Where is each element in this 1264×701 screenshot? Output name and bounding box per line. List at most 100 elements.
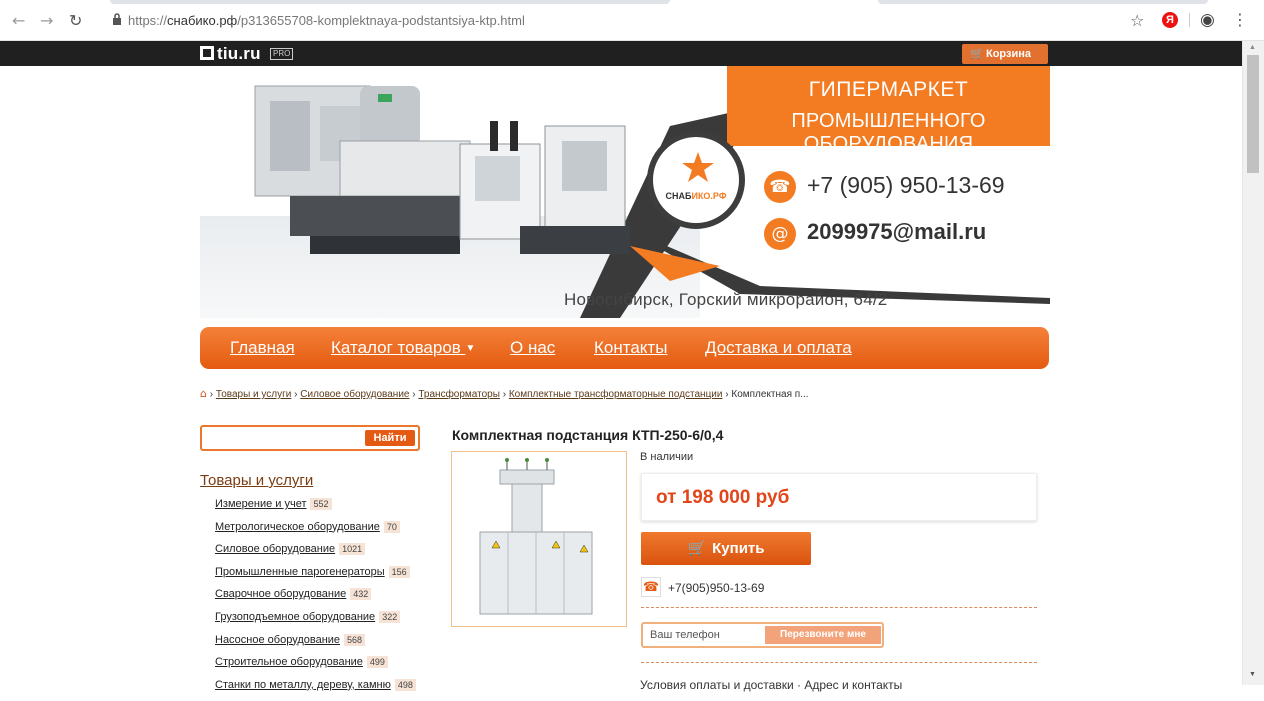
caret-down-icon: ▼ [465, 343, 476, 354]
sidebar-title[interactable]: Товары и услуги [200, 472, 313, 489]
breadcrumb: ⌂ › Товары и услуги › Силовое оборудован… [200, 387, 809, 400]
list-item: Грузоподъемное оборудование 322 [215, 610, 416, 634]
scroll-down-icon[interactable]: ▼ [1249, 671, 1256, 678]
banner-phone: +7 (905) 950-13-69 [807, 172, 1005, 198]
phone-icon: ☎ [641, 577, 661, 597]
breadcrumb-item[interactable]: Товары и услуги [216, 389, 292, 400]
platform-topbar: tiu.ru PRO 🛒 Корзина [0, 41, 1242, 66]
lock-icon [113, 13, 121, 25]
scrollbar-thumb[interactable] [1247, 55, 1259, 173]
category-link[interactable]: Сварочное оборудование [215, 588, 346, 600]
tiu-logo[interactable]: tiu.ru [200, 44, 261, 64]
nav-catalog-label: Каталог товаров [331, 338, 461, 357]
delivery-info-link[interactable]: Условия оплаты и доставки · Адрес и конт… [640, 678, 902, 692]
breadcrumb-item[interactable]: Силовое оборудование [300, 389, 409, 400]
cart-label: Корзина [986, 48, 1031, 60]
main-nav: Главная Каталог товаров ▼ О нас Контакты… [200, 327, 1049, 369]
page-scrollbar[interactable]: ▲ ▼ [1242, 41, 1264, 685]
browser-toolbar: ← → ↻ https://снабико.рф/p313655708-komp… [0, 0, 1264, 41]
category-link[interactable]: Метрологическое оборудование [215, 521, 380, 533]
category-link[interactable]: Измерение и учет [215, 498, 306, 510]
category-link[interactable]: Грузоподъемное оборудование [215, 611, 375, 623]
nav-catalog[interactable]: Каталог товаров ▼ [331, 338, 475, 358]
breadcrumb-item[interactable]: Трансформаторы [418, 389, 500, 400]
list-item: Станки по металлу, дереву, камню 498 [215, 678, 416, 701]
seller-phone[interactable]: +7(905)950-13-69 [668, 581, 764, 595]
divider [641, 662, 1037, 663]
nav-about[interactable]: О нас [510, 338, 555, 358]
count-badge: 156 [388, 565, 410, 578]
address-bar[interactable]: https://снабико.рф/p313655708-komplektna… [128, 13, 525, 28]
list-item: Промышленные парогенераторы 156 [215, 565, 416, 589]
banner-email: 2099975@mail.ru [807, 219, 987, 244]
brand-text-dark: СНАБ [665, 191, 692, 201]
bookmark-star-icon[interactable]: ☆ [1130, 11, 1144, 30]
callback-phone-input[interactable] [650, 627, 760, 643]
search-box: Найти [200, 425, 420, 451]
category-link[interactable]: Силовое оборудование [215, 543, 335, 555]
browser-tab[interactable] [110, 0, 670, 4]
product-price: от 198 000 руб [656, 487, 790, 508]
home-icon[interactable]: ⌂ [200, 387, 207, 400]
snabiko-logo[interactable]: СНАБИКО.РФ [647, 131, 745, 229]
scroll-up-icon[interactable]: ▲ [1249, 44, 1256, 51]
list-item: Метрологическое оборудование 70 [215, 520, 416, 544]
browser-tab[interactable] [878, 0, 1208, 4]
header-banner: ГИПЕРМАРКЕТ ПРОМЫШЛЕННОГО ОБОРУДОВАНИЯ С… [200, 66, 1050, 318]
cart-icon: 🛒 [687, 539, 707, 557]
email-icon: @ [764, 218, 796, 250]
buy-button-label: Купить [712, 540, 765, 557]
banner-address: Новосибирск, Горский микрорайон, 64/2 [564, 290, 888, 309]
nav-contacts[interactable]: Контакты [594, 338, 667, 358]
price-box: от 198 000 руб [641, 473, 1037, 521]
category-link[interactable]: Промышленные парогенераторы [215, 566, 385, 578]
nav-delivery[interactable]: Доставка и оплата [705, 338, 852, 358]
cart-icon: 🛒 [970, 47, 984, 60]
banner-tagline-line2: ПРОМЫШЛЕННОГО ОБОРУДОВАНИЯ [791, 110, 986, 155]
star-logo-icon [682, 152, 714, 182]
stock-status: В наличии [640, 451, 694, 463]
count-badge: 432 [350, 588, 372, 601]
cart-button[interactable]: 🛒 Корзина [962, 44, 1048, 64]
list-item: Измерение и учет 552 [215, 498, 416, 521]
reload-icon[interactable]: ↻ [69, 13, 82, 29]
pro-badge: PRO [270, 48, 294, 60]
account-icon[interactable]: ◉ [1200, 10, 1215, 30]
callback-button[interactable]: Перезвоните мне [765, 626, 881, 644]
list-item: Силовое оборудование 1021 [215, 543, 416, 566]
product-image[interactable] [451, 451, 627, 627]
category-link[interactable]: Насосное оборудование [215, 634, 340, 646]
count-badge: 322 [379, 610, 401, 623]
breadcrumb-item[interactable]: Комплектные трансформаторные подстанции [509, 389, 723, 400]
url-host: снабико.рф [167, 13, 238, 28]
phone-icon: ☎ [764, 171, 796, 203]
yandex-extension-icon[interactable]: Я [1162, 12, 1178, 28]
substation-illustration [479, 458, 593, 615]
toolbar-divider [1189, 13, 1190, 27]
brand-text-orange: ИКО.РФ [691, 191, 727, 201]
category-list: Измерение и учет 552 Метрологическое обор… [215, 498, 416, 701]
list-item: Сварочное оборудование 432 [215, 588, 416, 611]
divider [641, 607, 1037, 608]
count-badge: 499 [366, 656, 388, 669]
count-badge: 70 [383, 520, 400, 533]
list-item: Насосное оборудование 568 [215, 633, 416, 657]
category-link[interactable]: Строительное оборудование [215, 656, 363, 668]
count-badge: 1021 [339, 543, 366, 556]
search-button[interactable]: Найти [365, 430, 415, 446]
back-arrow-icon[interactable]: ← [12, 13, 25, 29]
count-badge: 568 [344, 633, 366, 646]
search-input[interactable] [205, 429, 355, 447]
tiu-logo-text: tiu.ru [217, 44, 261, 63]
breadcrumb-current: Комплектная п... [731, 389, 809, 400]
url-path: /p313655708-komplektnaya-podstantsiya-kt… [237, 13, 525, 28]
forward-arrow-icon[interactable]: → [40, 13, 53, 29]
buy-button[interactable]: 🛒 Купить [641, 532, 811, 565]
count-badge: 552 [310, 498, 332, 510]
nav-home[interactable]: Главная [230, 338, 295, 358]
browser-menu-icon[interactable]: ⋮ [1232, 10, 1248, 29]
logo-brand-text: СНАБИКО.РФ [653, 191, 739, 201]
product-title: Комплектная подстанция КТП-250-6/0,4 [452, 427, 724, 443]
callback-form: Перезвоните мне [641, 622, 884, 648]
url-scheme: https:// [128, 13, 168, 28]
